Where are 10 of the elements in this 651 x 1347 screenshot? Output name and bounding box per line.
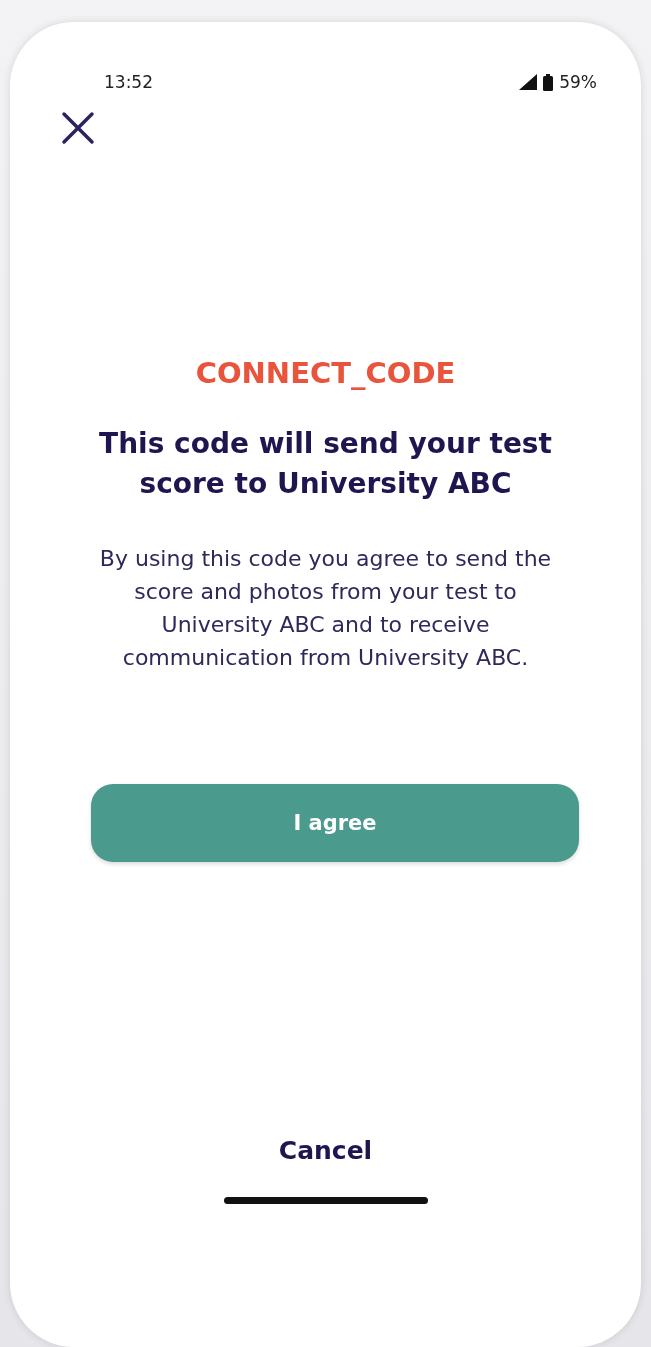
- cancel-button[interactable]: Cancel: [268, 1132, 383, 1169]
- battery-icon: [543, 73, 554, 91]
- status-time: 13:52: [104, 72, 153, 92]
- heading: This code will send your test score to University ABC: [98, 426, 553, 502]
- close-icon: [60, 110, 96, 146]
- signal-icon: [519, 74, 538, 90]
- consent-text: By using this code you agree to send the score and photos from your test to University ABC and to receive communication from University ABC.: [98, 545, 553, 672]
- battery-percentage: 59%: [559, 72, 597, 92]
- connect-code: CONNECT_CODE: [194, 356, 457, 390]
- close-button[interactable]: [60, 110, 96, 146]
